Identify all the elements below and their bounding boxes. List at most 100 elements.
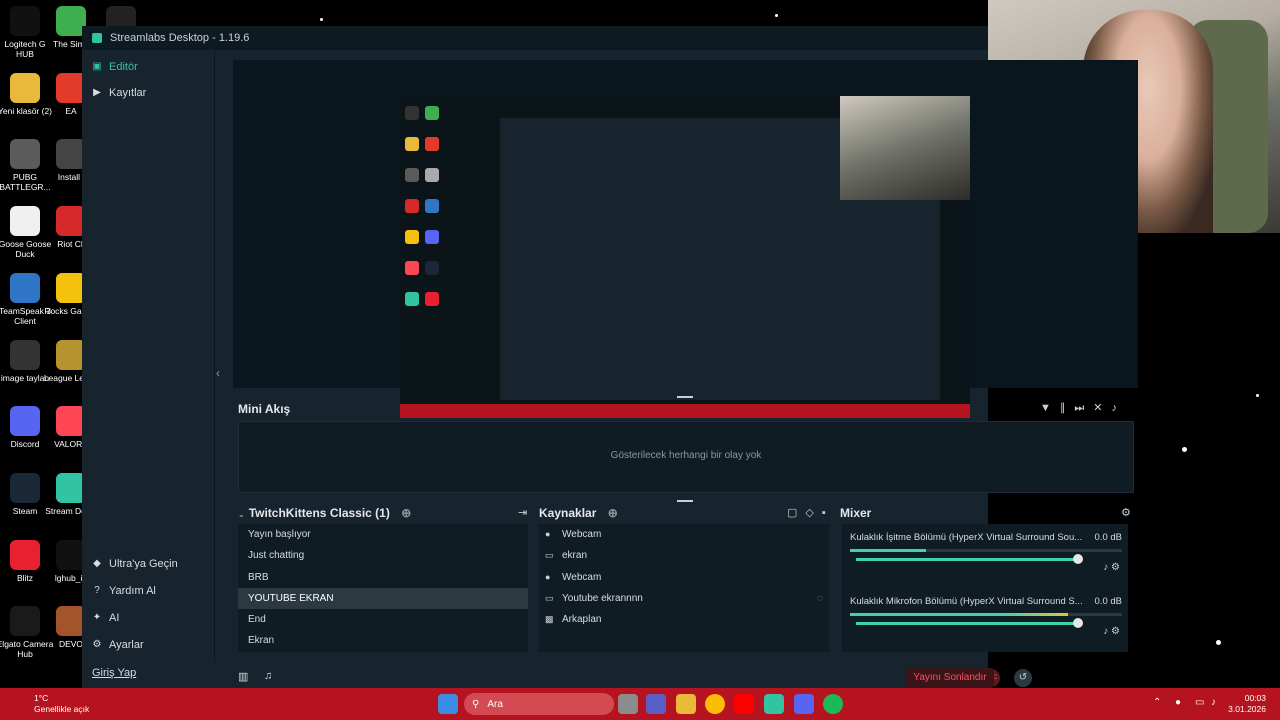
source-item[interactable]: ▭ Youtube ekrannnn ◌: [539, 588, 829, 609]
teams-icon[interactable]: [646, 694, 666, 714]
scene-item-selected[interactable]: YOUTUBE EKRAN: [238, 587, 528, 610]
mixer-track-header: Kulaklık İşitme Bölümü (HyperX Virtual S…: [850, 532, 1122, 543]
volume-slider-knob[interactable]: [1073, 618, 1083, 628]
sidebar-item-settings[interactable]: ⚙ Ayarlar: [82, 631, 214, 658]
task-view-icon[interactable]: [618, 694, 638, 714]
file-explorer-icon[interactable]: [676, 694, 696, 714]
source-item[interactable]: ▭ ekran: [539, 545, 829, 566]
mute-alerts-icon[interactable]: ✕: [1093, 402, 1111, 414]
webcam-icon: ●: [545, 571, 551, 582]
sidebar-item-editor[interactable]: ▣ Editör: [82, 54, 214, 80]
sidebar: ▣ Editör ▶ Kayıtlar ◆ Ultra'ya Geçin ? Y…: [82, 50, 215, 688]
source-item[interactable]: ▩ Arkaplan: [539, 609, 829, 630]
scene-item[interactable]: Ekran: [238, 630, 528, 651]
sources-panel: ● Webcam ▭ ekran ● Webcam ▭ Youtube ekra…: [539, 524, 829, 652]
mixer-track: Kulaklık İşitme Bölümü (HyperX Virtual S…: [850, 532, 1122, 573]
source-label: Webcam: [562, 529, 602, 541]
star: [320, 18, 323, 21]
window-titlebar: Streamlabs Desktop - 1.19.6: [82, 26, 988, 50]
scene-transition-icon[interactable]: ⇥: [518, 506, 527, 519]
scene-collection-title[interactable]: ⌄ TwitchKittens Classic (1) ⊕: [238, 506, 411, 520]
stream-preview[interactable]: [233, 60, 1138, 418]
window-title: Streamlabs Desktop - 1.19.6: [110, 32, 250, 44]
sources-title: Kaynaklar ⊕: [539, 506, 618, 520]
streamlabs-icon[interactable]: [764, 694, 784, 714]
mixer-settings-gear-icon[interactable]: ⚙: [1121, 506, 1131, 519]
app-icon: [10, 472, 40, 503]
app-icon: [10, 272, 40, 303]
clock-time: 00:03: [1244, 693, 1266, 703]
start-menu-icon[interactable]: [438, 694, 458, 714]
add-scene-icon[interactable]: ⊕: [401, 506, 411, 520]
weather-desc: Genellikle açık: [34, 704, 90, 714]
volume-icon[interactable]: ♪: [1112, 402, 1127, 414]
microphone-icon[interactable]: ●: [1175, 697, 1181, 708]
app-icon: [10, 139, 40, 170]
search-placeholder: Ara: [487, 698, 503, 710]
sidebar-item-ultra[interactable]: ◆ Ultra'ya Geçin: [82, 550, 214, 577]
preview-webcam: [840, 96, 970, 200]
pause-icon[interactable]: ∥: [1060, 402, 1075, 414]
taskbar-clock[interactable]: 00:03 3.01.2026: [1228, 693, 1266, 715]
editor-footer: ▥ ♫: [214, 662, 988, 688]
speaker-icon[interactable]: ♪: [1103, 626, 1108, 637]
spotify-icon[interactable]: [823, 694, 843, 714]
resize-handle[interactable]: [677, 500, 693, 502]
streamlabs-window: Streamlabs Desktop - 1.19.6 ▣ Editör ▶ K…: [82, 26, 1138, 688]
source-link-icon[interactable]: ◇: [805, 507, 821, 519]
speaker-icon[interactable]: ♪: [1103, 562, 1108, 573]
login-link[interactable]: Giriş Yap: [92, 667, 136, 679]
youtube-icon[interactable]: [734, 694, 754, 714]
source-group-icon[interactable]: ▢: [787, 507, 805, 519]
scene-item[interactable]: Yayın başlıyor: [238, 524, 528, 545]
volume-slider[interactable]: [856, 618, 1083, 628]
sidebar-item-help[interactable]: ? Yardım Al: [82, 577, 214, 604]
webcam-icon: ●: [545, 529, 551, 540]
hidden-eye-icon[interactable]: ◌: [817, 593, 823, 604]
network-icon[interactable]: ▭: [1195, 697, 1204, 708]
scene-item[interactable]: BRB: [238, 567, 528, 588]
chevron-left-icon[interactable]: ‹: [216, 366, 220, 380]
add-source-icon[interactable]: ⊕: [608, 506, 618, 520]
mixer-track-db: 0.0 dB: [1094, 532, 1122, 543]
monitor-icon: ▭: [545, 593, 554, 604]
app-icon: [10, 72, 40, 103]
chrome-icon[interactable]: [705, 694, 725, 714]
sidebar-item-recordings[interactable]: ▶ Kayıtlar: [82, 80, 214, 106]
volume-slider[interactable]: [856, 554, 1083, 564]
filter-icon[interactable]: ▼: [1040, 402, 1060, 414]
source-item[interactable]: ● Webcam: [539, 524, 829, 545]
scene-collection-name: TwitchKittens Classic (1): [248, 506, 390, 520]
discord-icon[interactable]: [794, 694, 814, 714]
editor-icon: ▣: [92, 61, 102, 72]
volume-slider-knob[interactable]: [1073, 554, 1083, 564]
scenes-panel: Yayın başlıyor Just chatting BRB YOUTUBE…: [238, 524, 528, 652]
monitor-icon: ▭: [545, 550, 554, 561]
skip-icon[interactable]: ⏭: [1074, 402, 1093, 414]
app-icon: [10, 606, 40, 637]
mini-feed-empty-message: Gösterilecek herhangi bir olay yok: [610, 450, 762, 461]
taskbar-search[interactable]: ⚲ Ara: [464, 693, 614, 715]
scene-item[interactable]: Just chatting: [238, 545, 528, 566]
weather-widget[interactable]: 1°C Genellikle açık: [10, 693, 89, 715]
sources-title-text: Kaynaklar: [539, 506, 597, 520]
sidebar-item-ai[interactable]: ✦ AI: [82, 604, 214, 631]
gear-icon[interactable]: ⚙: [1111, 626, 1120, 637]
volume-tray-icon[interactable]: ♪: [1211, 697, 1216, 708]
end-stream-button[interactable]: Yayını Sonlandır: [906, 668, 994, 688]
scene-item[interactable]: End: [238, 609, 528, 630]
source-label: Arkaplan: [562, 614, 602, 626]
resize-handle[interactable]: [677, 396, 693, 398]
gear-icon[interactable]: ⚙: [1111, 562, 1120, 573]
tray-overflow-chevron-icon[interactable]: ⌃: [1153, 697, 1161, 708]
sidebar-item-label: AI: [109, 611, 120, 624]
chevron-down-icon[interactable]: ⌄: [238, 510, 245, 519]
folder-icon[interactable]: ▪: [822, 507, 834, 519]
stats-icon[interactable]: ▥: [238, 670, 248, 683]
replay-buffer-icon[interactable]: ↺: [1014, 669, 1032, 687]
source-item[interactable]: ● Webcam: [539, 567, 829, 588]
mini-feed-toolbar: ▼∥⏭✕♪: [1040, 401, 1126, 415]
sidebar-item-label: Ayarlar: [109, 638, 144, 651]
mixer-track-db: 0.0 dB: [1094, 596, 1122, 607]
notification-bell-icon[interactable]: ♫: [264, 670, 272, 682]
